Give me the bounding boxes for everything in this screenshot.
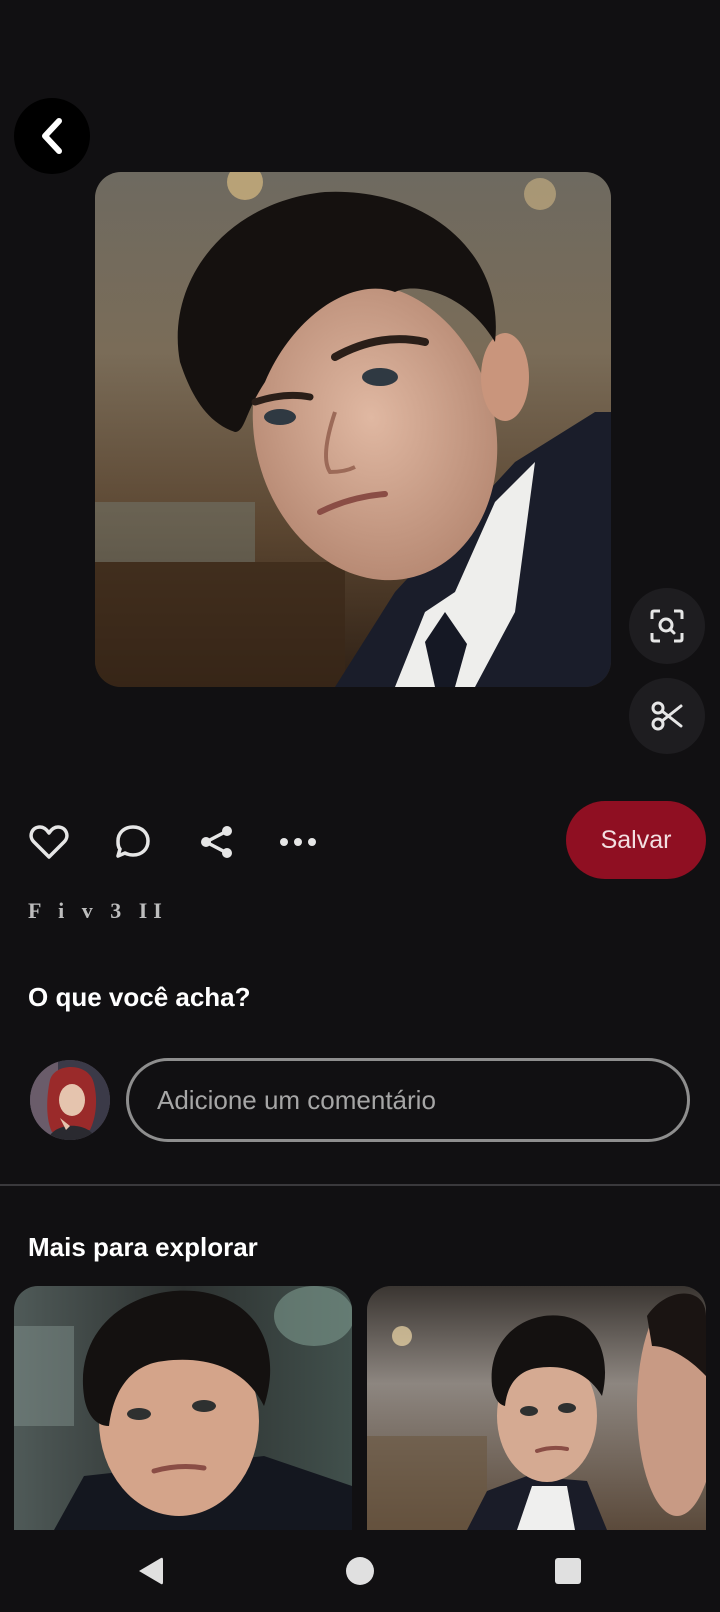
more-icon xyxy=(280,838,316,846)
comment-input[interactable] xyxy=(126,1058,690,1142)
nav-back-button[interactable] xyxy=(128,1548,174,1594)
explore-pin[interactable] xyxy=(14,1286,352,1530)
scissors-icon xyxy=(651,701,683,731)
comment-prompt: O que você acha? xyxy=(28,982,251,1012)
nav-back-icon xyxy=(139,1557,163,1585)
like-button[interactable] xyxy=(27,820,71,864)
nav-recents-icon xyxy=(555,1558,581,1584)
visual-search-icon xyxy=(650,609,684,643)
heart-icon xyxy=(29,825,69,859)
cutout-button[interactable] xyxy=(629,678,705,754)
share-button[interactable] xyxy=(195,820,239,864)
comment-button[interactable] xyxy=(111,820,155,864)
pin-title: F i v 3 II xyxy=(28,898,168,923)
nav-home-icon xyxy=(346,1557,374,1585)
comment-icon xyxy=(116,825,150,858)
pin-action-bar: Salvar xyxy=(0,800,720,880)
share-icon xyxy=(201,826,232,858)
comment-composer xyxy=(0,1058,720,1146)
avatar[interactable] xyxy=(30,1060,110,1140)
explore-pin[interactable] xyxy=(367,1286,706,1530)
visual-search-button[interactable] xyxy=(629,588,705,664)
section-divider xyxy=(0,1184,720,1186)
save-button[interactable]: Salvar xyxy=(566,801,706,879)
explore-heading: Mais para explorar xyxy=(28,1232,258,1262)
back-button[interactable] xyxy=(14,98,90,174)
nav-home-button[interactable] xyxy=(337,1548,383,1594)
system-navigation-bar xyxy=(0,1530,720,1612)
chevron-left-icon xyxy=(42,118,62,154)
pin-detail-screen: Salvar F i v 3 II O que você acha? Mais … xyxy=(0,0,720,1612)
more-options-button[interactable] xyxy=(276,820,320,864)
pin-image[interactable] xyxy=(95,172,611,687)
nav-recents-button[interactable] xyxy=(545,1548,591,1594)
